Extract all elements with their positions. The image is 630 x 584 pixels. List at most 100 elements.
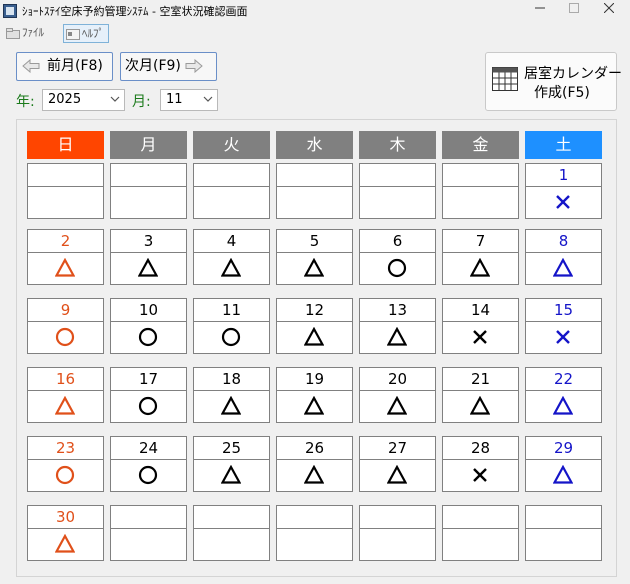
calendar-day-cell[interactable]: 7	[442, 229, 519, 285]
triangle-mark-icon	[221, 465, 241, 484]
circle-mark-icon	[221, 327, 241, 347]
maximize-icon	[569, 3, 579, 13]
menu-file[interactable]: ﾌｧｲﾙ	[6, 24, 44, 41]
year-value: 2025	[48, 92, 82, 107]
day-number	[28, 164, 103, 187]
day-number: 24	[111, 437, 186, 460]
availability-mark	[360, 187, 435, 218]
day-number: 30	[28, 506, 103, 529]
availability-mark	[28, 529, 103, 560]
triangle-mark-icon	[55, 396, 75, 415]
day-number: 27	[360, 437, 435, 460]
availability-mark	[111, 529, 186, 560]
day-number	[443, 506, 518, 529]
calendar-day-cell[interactable]: 14	[442, 298, 519, 354]
calendar-day-cell[interactable]: 2	[27, 229, 104, 285]
chevron-down-icon	[203, 96, 213, 102]
day-number: 13	[360, 299, 435, 322]
calendar-day-cell[interactable]: 3	[110, 229, 187, 285]
create-room-calendar-button[interactable]: 居室カレンダー 作成(F5)	[485, 52, 622, 111]
calendar-empty-cell	[442, 163, 519, 219]
calendar-day-cell[interactable]: 24	[110, 436, 187, 492]
calendar-day-cell[interactable]: 8	[525, 229, 602, 285]
close-button[interactable]	[592, 0, 626, 20]
day-number: 28	[443, 437, 518, 460]
calendar-empty-cell	[525, 505, 602, 561]
prev-month-button[interactable]: 前月(F8)	[16, 52, 113, 81]
calendar-day-cell[interactable]: 29	[525, 436, 602, 492]
calendar-day-cell[interactable]: 17	[110, 367, 187, 423]
calendar-day-cell[interactable]: 16	[27, 367, 104, 423]
minimize-button[interactable]	[523, 0, 557, 20]
circle-mark-icon	[138, 465, 158, 485]
calendar-day-cell[interactable]: 4	[193, 229, 270, 285]
create-calendar-label-line2: 作成(F5)	[534, 85, 590, 101]
calendar-day-cell[interactable]: 11	[193, 298, 270, 354]
triangle-mark-icon	[387, 327, 407, 346]
availability-mark	[28, 322, 103, 353]
calendar-day-cell[interactable]: 30	[27, 505, 104, 561]
calendar-day-cell[interactable]: 20	[359, 367, 436, 423]
calendar-day-cell[interactable]: 9	[27, 298, 104, 354]
availability-mark	[277, 529, 352, 560]
triangle-mark-icon	[304, 327, 324, 346]
year-select[interactable]: 2025	[42, 89, 125, 111]
calendar-day-cell[interactable]: 25	[193, 436, 270, 492]
next-month-button[interactable]: 次月(F9)	[120, 52, 217, 81]
calendar-empty-cell	[110, 505, 187, 561]
calendar-day-cell[interactable]: 19	[276, 367, 353, 423]
app-icon	[3, 4, 17, 18]
calendar-day-cell[interactable]: 5	[276, 229, 353, 285]
availability-mark	[277, 187, 352, 218]
calendar-day-cell[interactable]: 23	[27, 436, 104, 492]
calendar-empty-cell	[359, 163, 436, 219]
calendar-day-cell[interactable]: 6	[359, 229, 436, 285]
arrow-left-icon	[22, 59, 40, 73]
calendar-day-cell[interactable]: 10	[110, 298, 187, 354]
day-number: 18	[194, 368, 269, 391]
calendar-day-cell[interactable]: 13	[359, 298, 436, 354]
menu-bar: ﾌｧｲﾙ ﾍﾙﾌﾟ	[0, 22, 630, 44]
availability-mark	[526, 391, 601, 422]
month-select[interactable]: 11	[160, 89, 218, 111]
day-number: 15	[526, 299, 601, 322]
calendar-day-cell[interactable]: 15	[525, 298, 602, 354]
weekday-header-sunday: 日	[27, 131, 104, 159]
availability-mark	[111, 253, 186, 284]
availability-mark	[443, 391, 518, 422]
availability-mark	[28, 460, 103, 491]
calendar-grid-icon	[492, 67, 518, 91]
menu-help-label: ﾍﾙﾌﾟ	[82, 27, 104, 40]
day-number: 9	[28, 299, 103, 322]
availability-mark	[194, 322, 269, 353]
calendar-day-cell[interactable]: 1	[525, 163, 602, 219]
create-calendar-label-line1: 居室カレンダー	[524, 66, 622, 82]
triangle-mark-icon	[553, 258, 573, 277]
day-number: 6	[360, 230, 435, 253]
availability-mark	[111, 460, 186, 491]
next-month-label: 次月(F9)	[125, 58, 181, 74]
circle-mark-icon	[55, 465, 75, 485]
calendar-day-cell[interactable]: 28	[442, 436, 519, 492]
availability-mark	[28, 253, 103, 284]
calendar-empty-cell	[276, 505, 353, 561]
calendar-day-cell[interactable]: 27	[359, 436, 436, 492]
day-number	[526, 506, 601, 529]
title-bar: ｼｮｰﾄｽﾃｲ空床予約管理ｼｽﾃﾑ - 空室状況確認画面	[0, 0, 630, 22]
triangle-mark-icon	[553, 465, 573, 484]
maximize-button[interactable]	[557, 0, 591, 20]
menu-file-label: ﾌｧｲﾙ	[22, 26, 44, 39]
calendar-day-cell[interactable]: 18	[193, 367, 270, 423]
day-number: 29	[526, 437, 601, 460]
calendar-day-cell[interactable]: 26	[276, 436, 353, 492]
calendar-day-cell[interactable]: 21	[442, 367, 519, 423]
availability-mark	[194, 187, 269, 218]
help-icon	[66, 28, 80, 40]
availability-mark	[443, 460, 518, 491]
availability-mark	[28, 391, 103, 422]
triangle-mark-icon	[138, 258, 158, 277]
menu-help[interactable]: ﾍﾙﾌﾟ	[63, 24, 109, 43]
day-number: 5	[277, 230, 352, 253]
calendar-day-cell[interactable]: 22	[525, 367, 602, 423]
calendar-day-cell[interactable]: 12	[276, 298, 353, 354]
